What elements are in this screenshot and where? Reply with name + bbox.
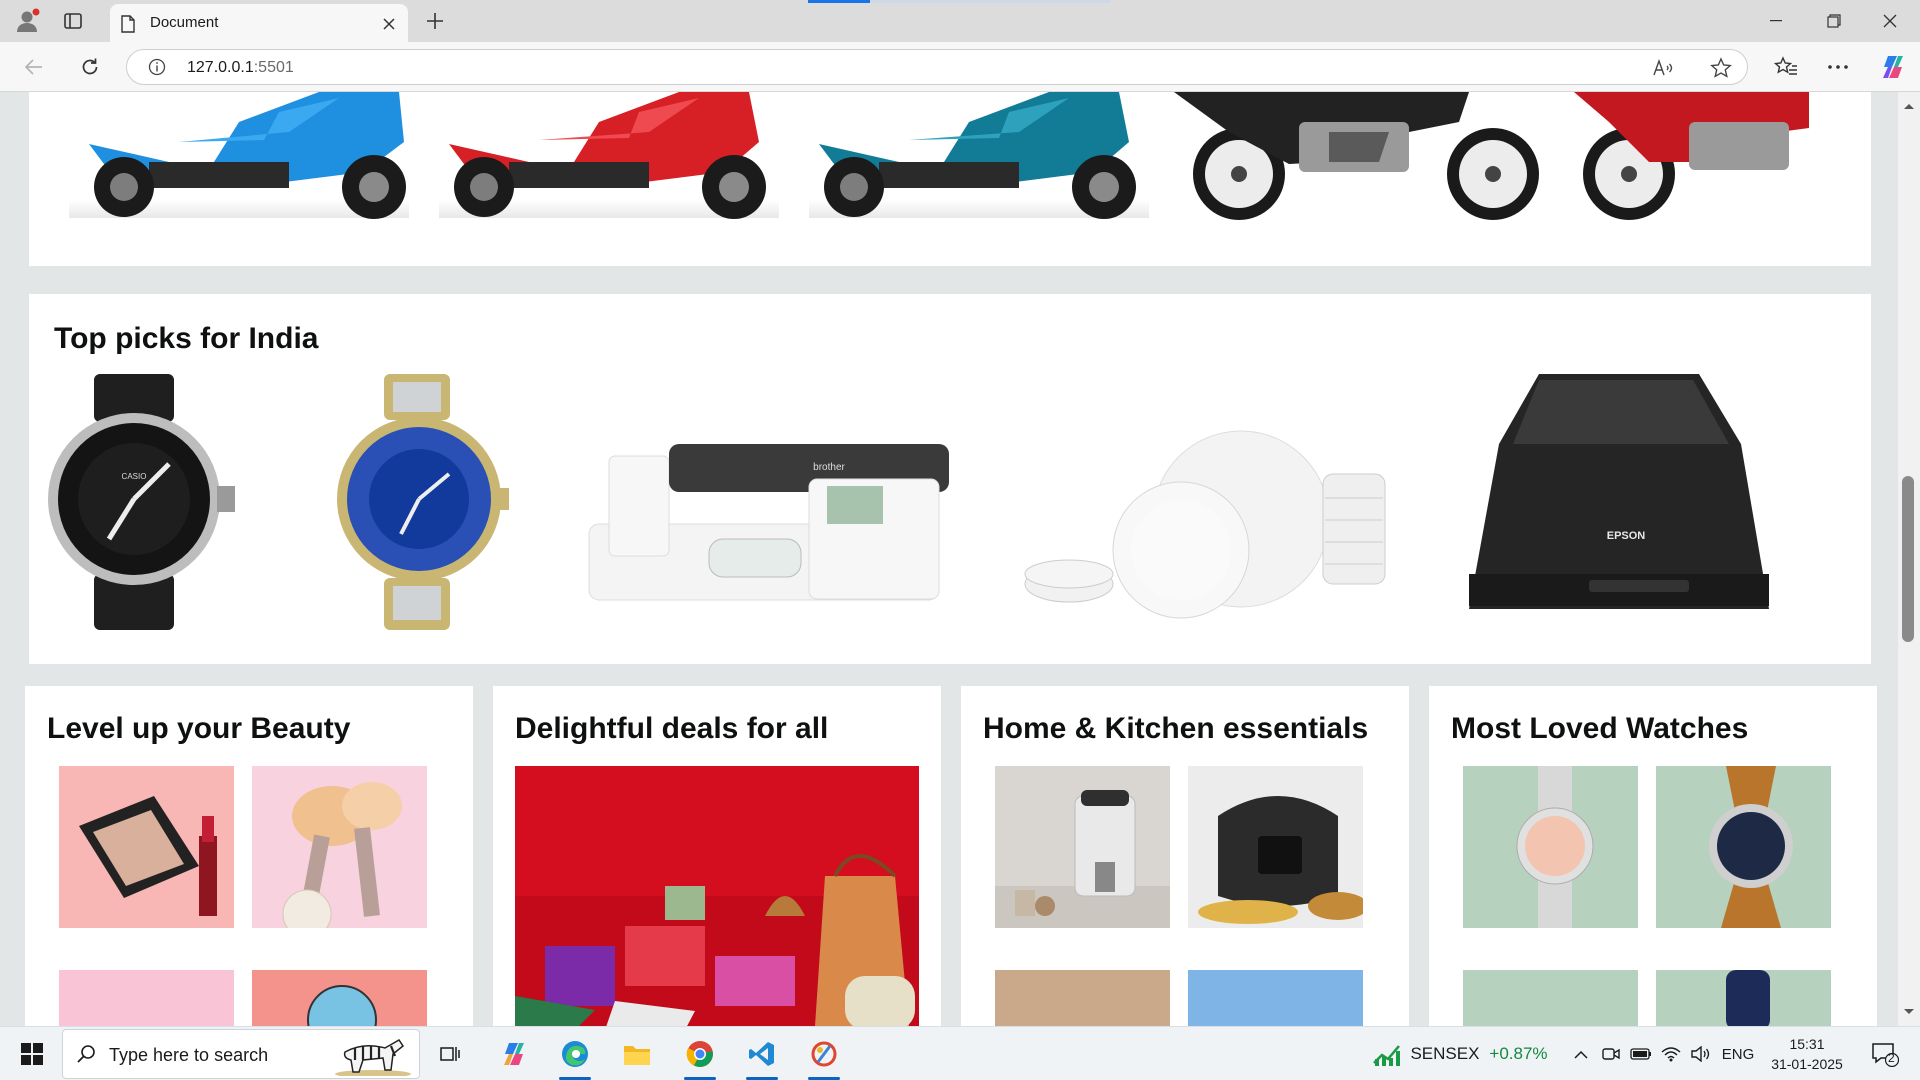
clock-date: 31-01-2025 <box>1771 1056 1843 1072</box>
top-pick-invicta-watch[interactable] <box>337 374 509 630</box>
stock-chart-icon <box>1373 1045 1401 1066</box>
beauty-compact-image[interactable] <box>59 766 234 928</box>
stock-change: +0.87% <box>1489 1044 1548 1063</box>
scrollbar-thumb[interactable] <box>1902 476 1914 642</box>
kitchen-image-4[interactable] <box>1188 970 1363 1026</box>
stock-widget[interactable]: SENSEX +0.87% <box>1370 1027 1550 1080</box>
notification-center-icon[interactable]: 2 <box>1862 1027 1908 1080</box>
taskbar-search-box[interactable]: Type here to search <box>62 1029 420 1079</box>
svg-text:brother: brother <box>813 462 845 473</box>
more-icon[interactable] <box>1822 52 1854 82</box>
start-icon[interactable] <box>4 1028 60 1080</box>
info-icon[interactable] <box>147 57 167 77</box>
tab-title: Document <box>150 14 219 31</box>
vehicle-red-motorcycle[interactable] <box>1574 92 1871 266</box>
restore-icon[interactable] <box>1806 0 1862 42</box>
url-port: :5501 <box>253 59 294 76</box>
search-icon <box>77 1045 95 1063</box>
beauty-brushes-image[interactable] <box>252 766 427 928</box>
top-pick-dinnerware-set[interactable] <box>1024 430 1386 619</box>
zebra-search-highlight-icon <box>335 1039 411 1076</box>
url-text: 127.0.0.1:5501 <box>187 59 294 77</box>
battery-icon[interactable] <box>1628 1027 1654 1080</box>
notification-count: 2 <box>1888 1051 1895 1065</box>
kitchen-image-3[interactable] <box>995 970 1170 1026</box>
top-picks-title: Top picks for India <box>54 322 319 355</box>
minimize-icon[interactable] <box>1748 0 1804 42</box>
beauty-card-title[interactable]: Level up your Beauty <box>47 712 350 746</box>
address-bar[interactable]: 127.0.0.1:5501 <box>126 49 1748 85</box>
svg-text:CASIO: CASIO <box>122 472 147 481</box>
edge-icon[interactable] <box>547 1028 603 1080</box>
stock-name: SENSEX <box>1410 1044 1480 1063</box>
deals-card-title[interactable]: Delightful deals for all <box>515 712 828 746</box>
beauty-card: Level up your Beauty <box>25 686 473 1026</box>
top-picks-carousel: CASIO brother EPSON <box>48 374 1769 630</box>
page-icon <box>118 14 138 34</box>
read-aloud-icon[interactable] <box>1651 56 1675 80</box>
watches-image-3[interactable] <box>1463 970 1638 1026</box>
watches-card-title[interactable]: Most Loved Watches <box>1451 712 1748 746</box>
close-window-icon[interactable] <box>1862 0 1918 42</box>
file-explorer-icon[interactable] <box>609 1028 665 1080</box>
browser-window: Document 127.0.0.1:5501 Top picks for In… <box>0 0 1920 1080</box>
top-pick-epson-scanner[interactable]: EPSON <box>1469 374 1769 609</box>
top-pick-casio-watch[interactable]: CASIO <box>48 374 235 630</box>
new-tab-icon[interactable] <box>420 8 450 34</box>
kitchen-pressure-cooker-image[interactable] <box>1188 766 1363 928</box>
deals-card: Delightful deals for all <box>493 686 941 1026</box>
vehicle-black-motorcycle[interactable] <box>1174 92 1539 220</box>
svg-text:EPSON: EPSON <box>1607 530 1646 542</box>
top-picks-card: Top picks for India CASIO brother EPSON <box>29 294 1871 664</box>
wifi-icon[interactable] <box>1658 1027 1684 1080</box>
kitchen-coffee-machine-image[interactable] <box>995 766 1170 928</box>
copilot-icon[interactable] <box>1876 51 1910 83</box>
loading-indicator <box>808 0 870 3</box>
show-hidden-icons-icon[interactable] <box>1568 1027 1594 1080</box>
tab-document[interactable]: Document <box>110 4 408 42</box>
address-bar-row: 127.0.0.1:5501 <box>0 42 1920 92</box>
watches-chrono-watch-image[interactable] <box>1656 766 1831 928</box>
vehicle-teal-scooter[interactable] <box>809 92 1149 219</box>
task-view-icon[interactable] <box>422 1028 478 1080</box>
vehicles-carousel <box>69 92 1871 266</box>
home-kitchen-card-title[interactable]: Home & Kitchen essentials <box>983 712 1368 746</box>
vehicle-blue-scooter[interactable] <box>69 92 409 219</box>
beauty-mirror-image[interactable] <box>252 970 427 1026</box>
paint-app-icon[interactable] <box>796 1028 852 1080</box>
taskbar: Type here to search SENSEX +0.87% ENG 15… <box>0 1026 1920 1080</box>
language-indicator[interactable]: ENG <box>1718 1027 1758 1080</box>
search-placeholder: Type here to search <box>109 1045 269 1065</box>
vehicle-red-scooter[interactable] <box>439 92 779 219</box>
tab-actions-icon[interactable] <box>60 8 86 34</box>
beauty-image-3[interactable] <box>59 970 234 1026</box>
watches-image-4[interactable] <box>1656 970 1831 1026</box>
tab-strip: Document <box>0 0 1920 42</box>
home-kitchen-card: Home & Kitchen essentials <box>961 686 1409 1026</box>
clock[interactable]: 15:31 31-01-2025 <box>1762 1027 1852 1080</box>
back-icon[interactable] <box>18 52 50 82</box>
watches-silver-watch-image[interactable] <box>1463 766 1638 928</box>
loading-track <box>870 0 1110 3</box>
scroll-up-icon[interactable] <box>1903 102 1915 110</box>
close-tab-icon[interactable] <box>378 13 400 35</box>
copilot-app-icon[interactable] <box>486 1028 542 1080</box>
clock-time: 15:31 <box>1789 1036 1825 1052</box>
meet-now-icon[interactable] <box>1598 1027 1624 1080</box>
refresh-icon[interactable] <box>74 52 106 82</box>
favorite-icon[interactable] <box>1709 56 1733 80</box>
vehicles-card <box>29 92 1871 266</box>
vscode-icon[interactable] <box>734 1028 790 1080</box>
favorites-icon[interactable] <box>1770 52 1802 82</box>
page-viewport: Top picks for India CASIO brother EPSON … <box>0 92 1898 1026</box>
chrome-icon[interactable] <box>672 1028 728 1080</box>
volume-icon[interactable] <box>1688 1027 1714 1080</box>
profile-icon[interactable] <box>12 6 42 36</box>
deals-gifts-image[interactable] <box>515 766 919 1026</box>
top-pick-embroidery-machine[interactable]: brother <box>588 444 949 601</box>
watches-card: Most Loved Watches <box>1429 686 1877 1026</box>
scroll-down-icon[interactable] <box>1903 1008 1915 1016</box>
url-host: 127.0.0.1 <box>187 59 254 76</box>
